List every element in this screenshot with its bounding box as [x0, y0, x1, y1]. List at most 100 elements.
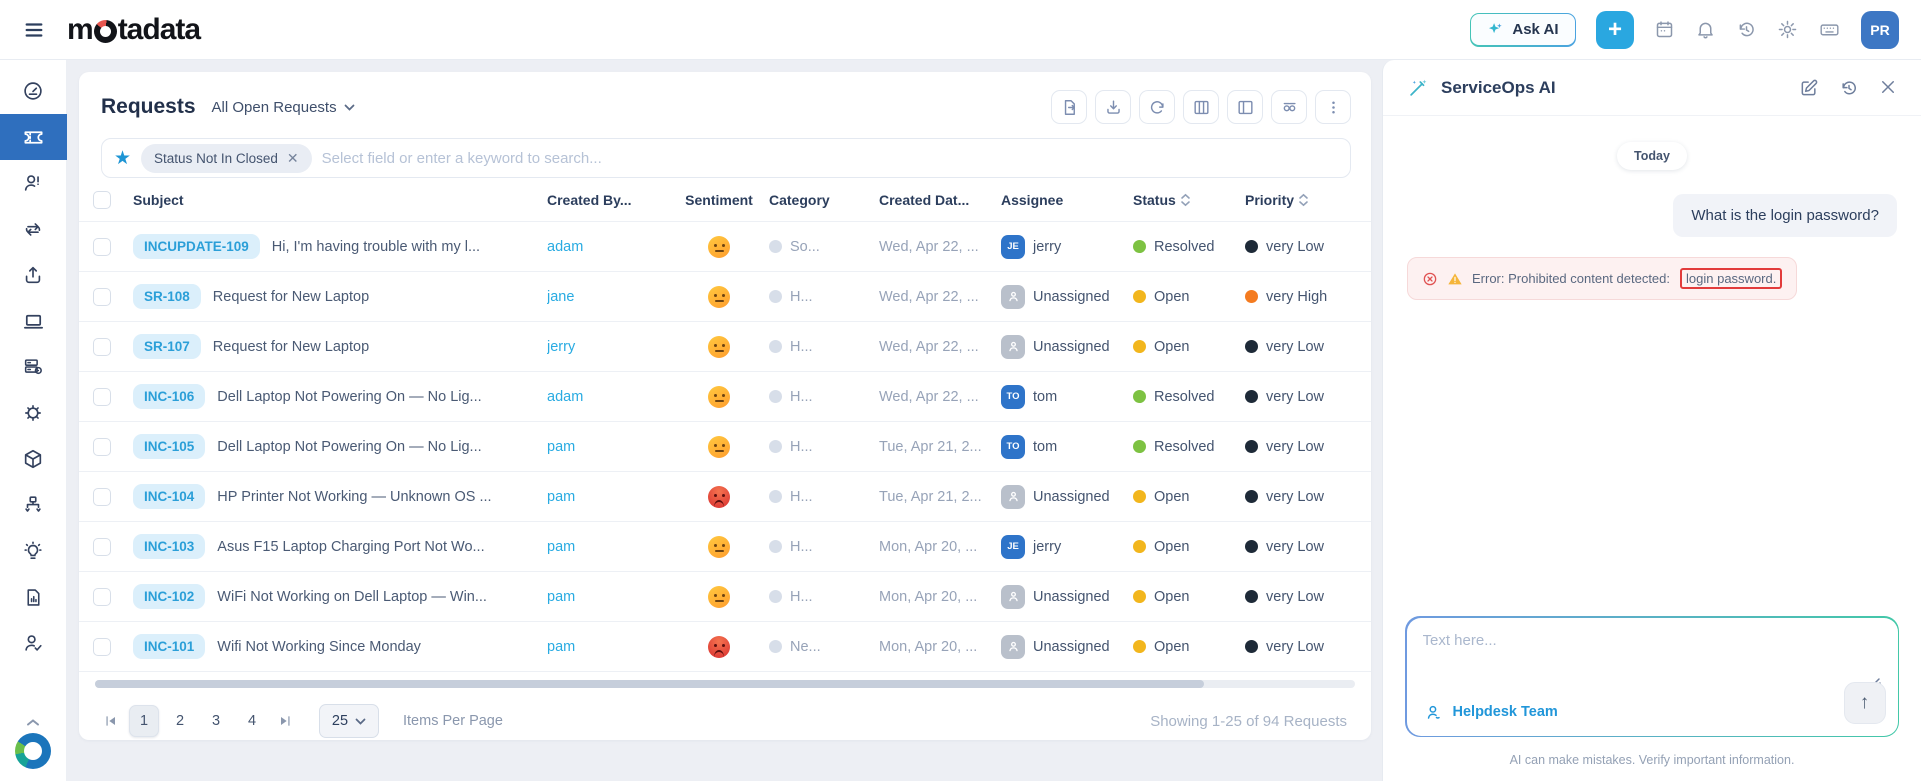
table-row[interactable]: SR-107 Request for New Laptop jerry H...…	[79, 322, 1371, 372]
search-bar[interactable]: ★ Status Not In Closed ✕	[101, 138, 1351, 178]
filter-chip[interactable]: Status Not In Closed ✕	[141, 144, 312, 173]
status-value[interactable]: Open	[1154, 489, 1189, 505]
view-selector-dropdown[interactable]: All Open Requests	[212, 99, 355, 116]
request-subject[interactable]: Dell Laptop Not Powering On — No Lig...	[217, 389, 481, 405]
priority-value[interactable]: very High	[1266, 289, 1327, 305]
status-value[interactable]: Open	[1154, 339, 1189, 355]
ai-message-input[interactable]	[1423, 632, 1744, 672]
row-checkbox[interactable]	[93, 338, 111, 356]
priority-value[interactable]: very Low	[1266, 589, 1324, 605]
split-view-button[interactable]	[1227, 90, 1263, 124]
table-row[interactable]: INC-105 Dell Laptop Not Powering On — No…	[79, 422, 1371, 472]
created-by-link[interactable]: jerry	[547, 339, 575, 355]
sidebar-item-reports[interactable]	[0, 574, 67, 620]
select-all-checkbox[interactable]	[93, 191, 111, 209]
items-per-page-select[interactable]: 25	[319, 704, 379, 738]
created-by-link[interactable]: pam	[547, 439, 575, 455]
priority-value[interactable]: very Low	[1266, 339, 1324, 355]
refresh-button[interactable]	[1139, 90, 1175, 124]
created-by-link[interactable]: adam	[547, 389, 583, 405]
column-header-sentiment[interactable]: Sentiment	[669, 192, 769, 208]
sidebar-item-users[interactable]	[0, 160, 67, 206]
row-checkbox[interactable]	[93, 588, 111, 606]
table-row[interactable]: INC-106 Dell Laptop Not Powering On — No…	[79, 372, 1371, 422]
assignee-name[interactable]: Unassigned	[1033, 589, 1110, 605]
table-row[interactable]: INC-102 WiFi Not Working on Dell Laptop …	[79, 572, 1371, 622]
column-header-status[interactable]: Status	[1133, 192, 1245, 208]
request-id-badge[interactable]: INC-101	[133, 634, 205, 659]
table-row[interactable]: INC-101 Wifi Not Working Since Monday pa…	[79, 622, 1371, 672]
sidebar-item-requests[interactable]	[0, 114, 67, 160]
row-checkbox[interactable]	[93, 388, 111, 406]
column-header-created-by[interactable]: Created By...	[547, 192, 669, 208]
sidebar-item-packages[interactable]	[0, 436, 67, 482]
send-message-button[interactable]: ↑	[1844, 682, 1886, 724]
column-header-assignee[interactable]: Assignee	[1001, 192, 1133, 208]
request-id-badge[interactable]: INC-103	[133, 534, 205, 559]
assignee-name[interactable]: jerry	[1033, 539, 1061, 555]
column-header-subject[interactable]: Subject	[133, 192, 547, 208]
ai-input-box[interactable]: Helpdesk Team ↑	[1405, 616, 1899, 737]
created-by-link[interactable]: pam	[547, 639, 575, 655]
sidebar-item-approvals[interactable]	[0, 620, 67, 666]
favorite-star-icon[interactable]: ★	[114, 147, 131, 170]
table-row[interactable]: INCUPDATE-109 Hi, I'm having trouble wit…	[79, 222, 1371, 272]
group-settings-button[interactable]	[1271, 90, 1307, 124]
table-row[interactable]: INC-103 Asus F15 Laptop Charging Port No…	[79, 522, 1371, 572]
request-subject[interactable]: Request for New Laptop	[213, 339, 369, 355]
last-page-button[interactable]	[277, 713, 293, 729]
created-by-link[interactable]: adam	[547, 239, 583, 255]
request-subject[interactable]: Asus F15 Laptop Charging Port Not Wo...	[217, 539, 484, 555]
history-icon[interactable]	[1736, 19, 1757, 40]
assignee-name[interactable]: tom	[1033, 439, 1057, 455]
request-subject[interactable]: Dell Laptop Not Powering On — No Lig...	[217, 439, 481, 455]
sidebar-item-assets[interactable]	[0, 298, 67, 344]
first-page-button[interactable]	[103, 713, 119, 729]
status-value[interactable]: Resolved	[1154, 239, 1214, 255]
table-row[interactable]: INC-104 HP Printer Not Working — Unknown…	[79, 472, 1371, 522]
request-id-badge[interactable]: SR-108	[133, 284, 201, 309]
chat-history-icon[interactable]	[1839, 78, 1859, 98]
priority-value[interactable]: very Low	[1266, 439, 1324, 455]
sidebar-item-patch[interactable]	[0, 390, 67, 436]
column-header-created-date[interactable]: Created Dat...	[879, 192, 1001, 208]
request-id-badge[interactable]: INC-106	[133, 384, 205, 409]
sort-icon[interactable]	[1298, 193, 1309, 207]
row-checkbox[interactable]	[93, 538, 111, 556]
new-chat-edit-icon[interactable]	[1799, 78, 1819, 98]
assignee-name[interactable]: tom	[1033, 389, 1057, 405]
request-subject[interactable]: WiFi Not Working on Dell Laptop — Win...	[217, 589, 487, 605]
row-checkbox[interactable]	[93, 438, 111, 456]
calendar-icon[interactable]	[1654, 19, 1675, 40]
column-header-priority[interactable]: Priority	[1245, 192, 1371, 208]
notifications-bell-icon[interactable]	[1695, 19, 1716, 40]
assignee-name[interactable]: Unassigned	[1033, 339, 1110, 355]
column-header-category[interactable]: Category	[769, 192, 879, 208]
remove-filter-icon[interactable]: ✕	[287, 150, 299, 167]
helpdesk-team-selector[interactable]: Helpdesk Team	[1425, 703, 1558, 722]
status-value[interactable]: Open	[1154, 539, 1189, 555]
sidebar-item-cmdb[interactable]	[0, 344, 67, 390]
more-options-button[interactable]	[1315, 90, 1351, 124]
keyboard-icon[interactable]	[1818, 19, 1841, 40]
status-value[interactable]: Open	[1154, 639, 1189, 655]
page-button-1[interactable]: 1	[129, 705, 159, 737]
status-value[interactable]: Open	[1154, 289, 1189, 305]
scrollbar-thumb[interactable]	[95, 680, 1204, 688]
status-value[interactable]: Resolved	[1154, 439, 1214, 455]
request-id-badge[interactable]: SR-107	[133, 334, 201, 359]
request-id-badge[interactable]: INC-105	[133, 434, 205, 459]
assignee-name[interactable]: Unassigned	[1033, 489, 1110, 505]
sidebar-item-network[interactable]	[0, 482, 67, 528]
request-subject[interactable]: Request for New Laptop	[213, 289, 369, 305]
request-subject[interactable]: Hi, I'm having trouble with my l...	[272, 239, 480, 255]
horizontal-scrollbar[interactable]	[95, 680, 1355, 688]
hamburger-menu-icon[interactable]	[0, 19, 67, 41]
request-subject[interactable]: HP Printer Not Working — Unknown OS ...	[217, 489, 491, 505]
priority-value[interactable]: very Low	[1266, 489, 1324, 505]
create-new-button[interactable]: +	[1596, 11, 1634, 49]
request-subject[interactable]: Wifi Not Working Since Monday	[217, 639, 421, 655]
download-button[interactable]	[1095, 90, 1131, 124]
request-id-badge[interactable]: INC-102	[133, 584, 205, 609]
sidebar-item-releases[interactable]	[0, 252, 67, 298]
